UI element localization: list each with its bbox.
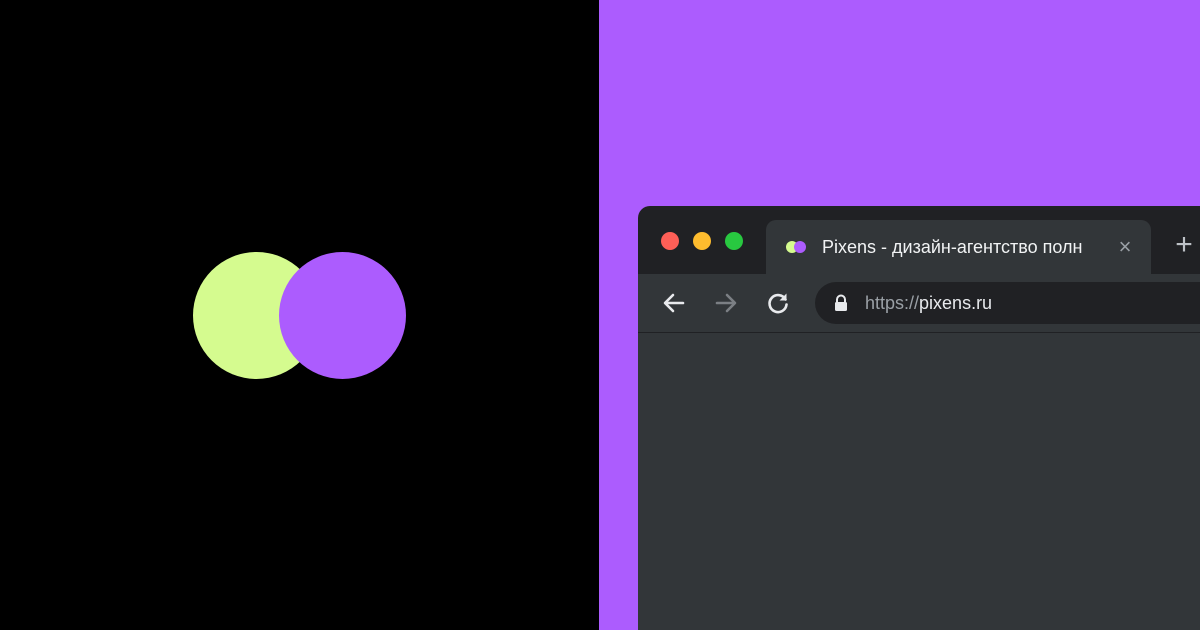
left-panel [0, 0, 599, 630]
page-content-area [638, 333, 1200, 630]
url-text: https://pixens.ru [865, 291, 992, 315]
tab-title: Pixens - дизайн-агентство полн [822, 237, 1083, 257]
browser-titlebar: Pixens - дизайн-агентство полн × + [638, 206, 1200, 274]
browser-toolbar: https://pixens.ru [638, 274, 1200, 333]
forward-arrow-icon[interactable] [712, 289, 740, 317]
back-arrow-icon[interactable] [660, 289, 688, 317]
share-image: Pixens - дизайн-агентство полн × + https… [0, 0, 1200, 630]
maximize-window-button[interactable] [725, 232, 743, 250]
plus-icon[interactable]: + [1170, 230, 1198, 260]
url-host: pixens.ru [919, 293, 993, 313]
favicon-icon [786, 241, 808, 253]
close-window-button[interactable] [661, 232, 679, 250]
logo-purple-circle [279, 252, 406, 379]
minimize-window-button[interactable] [693, 232, 711, 250]
pixens-logo [193, 252, 406, 379]
lock-icon [833, 294, 849, 312]
reload-icon[interactable] [764, 289, 792, 317]
address-bar[interactable]: https://pixens.ru [815, 282, 1200, 324]
browser-tab[interactable]: Pixens - дизайн-агентство полн × [766, 220, 1151, 274]
close-icon[interactable]: × [1113, 235, 1137, 259]
browser-window: Pixens - дизайн-агентство полн × + https… [638, 206, 1200, 630]
url-scheme: https:// [865, 293, 920, 313]
